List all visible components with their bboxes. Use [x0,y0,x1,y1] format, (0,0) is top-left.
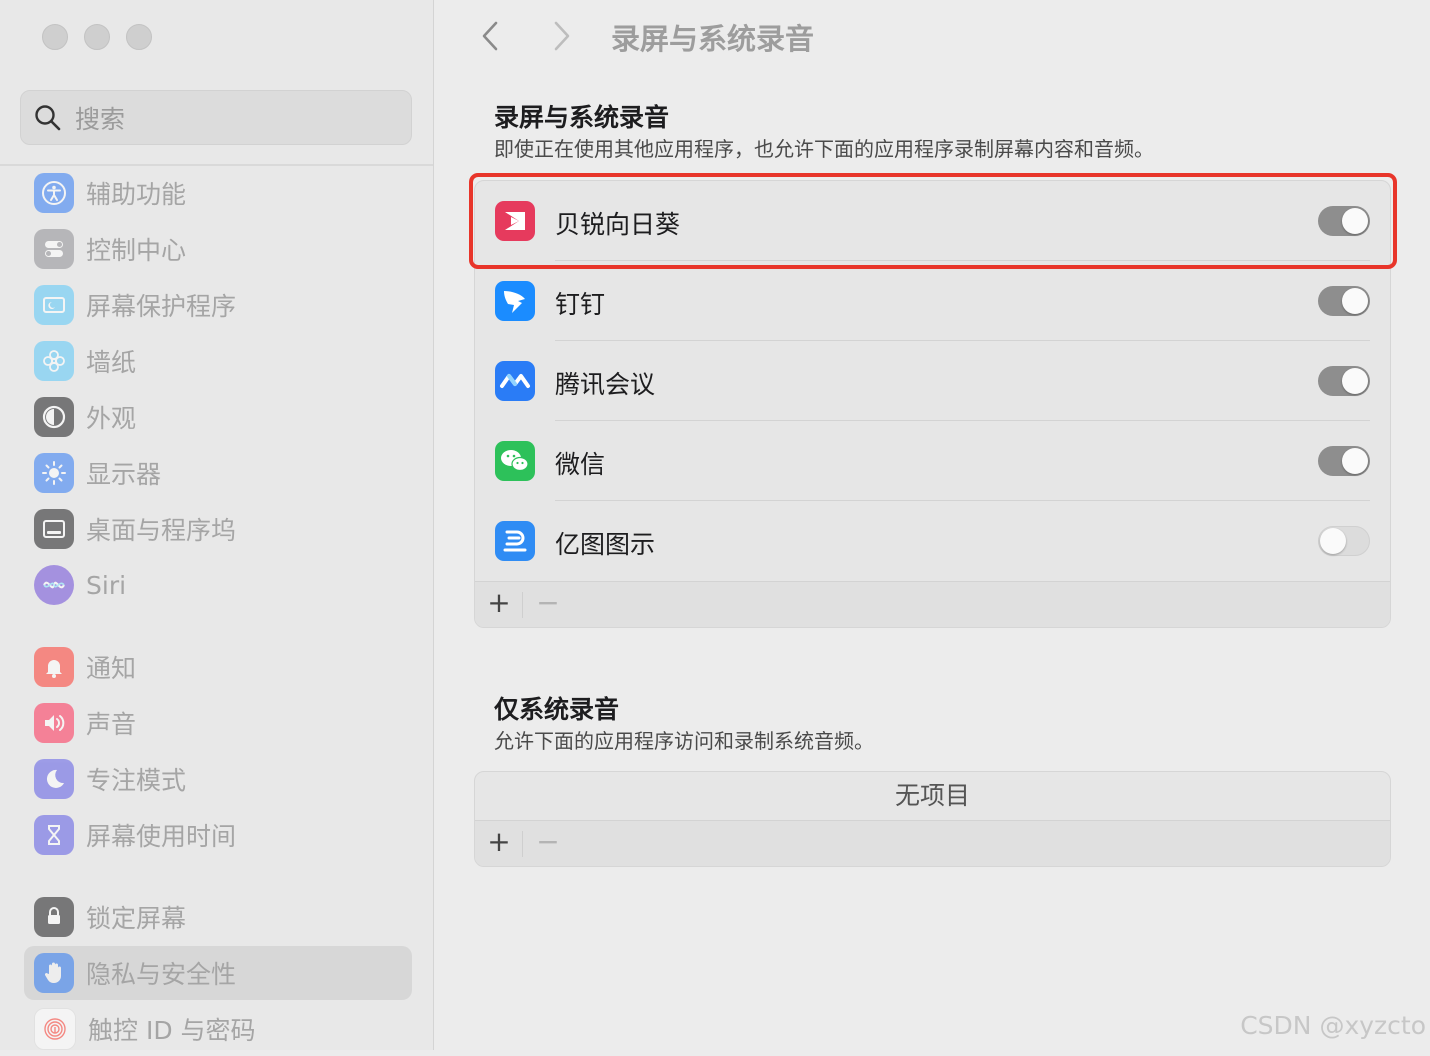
toggle-knob [1342,368,1368,394]
tencent-meeting-icon [495,361,535,401]
sidebar-item-label: 屏幕使用时间 [86,822,237,851]
edraw-icon [495,521,535,561]
sidebar-item-sound[interactable]: 声音 [24,696,412,750]
app-name: 微信 [555,450,606,479]
sidebar-item-lock-screen[interactable]: 锁定屏幕 [24,890,412,944]
remove-app-button[interactable]: − [533,827,563,857]
minimize-window-button[interactable] [84,24,110,50]
screen-recording-title: 录屏与系统录音 [494,103,670,132]
empty-list-text: 无项目 [894,781,970,810]
app-name: 腾讯会议 [555,370,656,399]
close-window-button[interactable] [42,24,68,50]
sidebar-item-screen-time[interactable]: 屏幕使用时间 [24,808,412,862]
app-row-edraw: 亿图图示 [475,501,1390,581]
sidebar-item-label: 外观 [86,404,137,433]
sidebar-item-accessibility[interactable]: 辅助功能 [24,166,412,220]
sidebar-item-label: 专注模式 [86,766,187,795]
privacy-hand-icon [34,953,74,993]
notification-icon [34,647,74,687]
toggle-knob [1320,528,1346,554]
back-chevron-icon[interactable] [476,18,506,54]
search-field[interactable]: 搜索 [20,90,412,145]
sidebar-item-screensaver[interactable]: 屏幕保护程序 [24,278,412,332]
app-row-wechat: 微信 [475,421,1390,501]
sidebar-item-label: 控制中心 [86,236,187,265]
sidebar-item-wallpaper[interactable]: 墙纸 [24,334,412,388]
toggle-knob [1342,448,1368,474]
toggle-dingtalk[interactable] [1318,286,1370,316]
app-row-dingtalk: 钉钉 [475,261,1390,341]
app-row-tencent-meeting: 腾讯会议 [475,341,1390,421]
sidebar-item-label: 桌面与程序坞 [86,516,237,545]
list-footer: + − [475,820,1390,866]
hourglass-icon [34,815,74,855]
siri-icon [34,565,74,605]
screensaver-icon [34,285,74,325]
sidebar-item-display[interactable]: 显示器 [24,446,412,500]
system-audio-description: 允许下面的应用程序访问和录制系统音频。 [494,729,874,753]
focus-moon-icon [34,759,74,799]
annotation-highlight-box [469,173,1397,269]
window-controls [42,24,152,50]
sidebar-item-siri[interactable]: Siri [24,558,412,612]
sidebar-item-label: 触控 ID 与密码 [88,1016,256,1045]
sidebar-item-label: 屏幕保护程序 [86,292,237,321]
sidebar-item-privacy-security[interactable]: 隐私与安全性 [24,946,412,1000]
app-name: 钉钉 [555,290,606,319]
sidebar-item-label: 显示器 [86,460,162,489]
toggle-knob [1342,288,1368,314]
search-icon [35,104,61,130]
app-name: 亿图图示 [555,530,656,559]
sidebar-item-label: 隐私与安全性 [86,960,237,989]
screen-recording-description: 即使正在使用其他应用程序，也允许下面的应用程序录制屏幕内容和音频。 [494,137,1154,161]
forward-chevron-icon[interactable] [546,18,576,54]
accessibility-icon [34,173,74,213]
sidebar-item-control-center[interactable]: 控制中心 [24,222,412,276]
sidebar-item-label: 锁定屏幕 [86,904,187,933]
search-placeholder: 搜索 [75,104,126,134]
dock-icon [34,509,74,549]
remove-app-button[interactable]: − [533,588,563,618]
zoom-window-button[interactable] [126,24,152,50]
sidebar-item-notifications[interactable]: 通知 [24,640,412,694]
control-center-icon [34,229,74,269]
display-brightness-icon [34,453,74,493]
footer-divider [522,831,523,857]
sidebar-item-desktop-dock[interactable]: 桌面与程序坞 [24,502,412,556]
sidebar-item-touch-id[interactable]: 触控 ID 与密码 [24,1002,412,1056]
sidebar-item-focus[interactable]: 专注模式 [24,752,412,806]
lock-icon [34,897,74,937]
wechat-icon [495,441,535,481]
sidebar-item-label: 墙纸 [86,348,137,377]
list-footer: + − [475,581,1390,627]
window-title: 录屏与系统录音 [611,22,815,56]
dingtalk-icon [495,281,535,321]
system-audio-title: 仅系统录音 [494,695,620,724]
watermark-text: CSDN @xyzcto [1240,1011,1426,1040]
footer-divider [522,592,523,618]
add-app-button[interactable]: + [484,588,514,618]
fingerprint-icon [34,1008,76,1050]
sidebar-item-label: Siri [86,570,127,600]
sidebar-item-appearance[interactable]: 外观 [24,390,412,444]
sound-icon [34,703,74,743]
appearance-icon [34,397,74,437]
sidebar-item-label: 通知 [86,654,137,683]
sidebar-item-label: 辅助功能 [86,180,187,209]
sidebar-item-label: 声音 [86,710,137,739]
toggle-tencent-meeting[interactable] [1318,366,1370,396]
toggle-edraw[interactable] [1318,526,1370,556]
toggle-wechat[interactable] [1318,446,1370,476]
wallpaper-icon [34,341,74,381]
sidebar: 搜索 辅助功能 控制中心 屏幕保护程序 墙纸 外观 显示器 桌面与程序坞 Sir… [0,0,434,1050]
system-audio-app-list: 无项目 + − [474,771,1391,867]
add-app-button[interactable]: + [484,827,514,857]
